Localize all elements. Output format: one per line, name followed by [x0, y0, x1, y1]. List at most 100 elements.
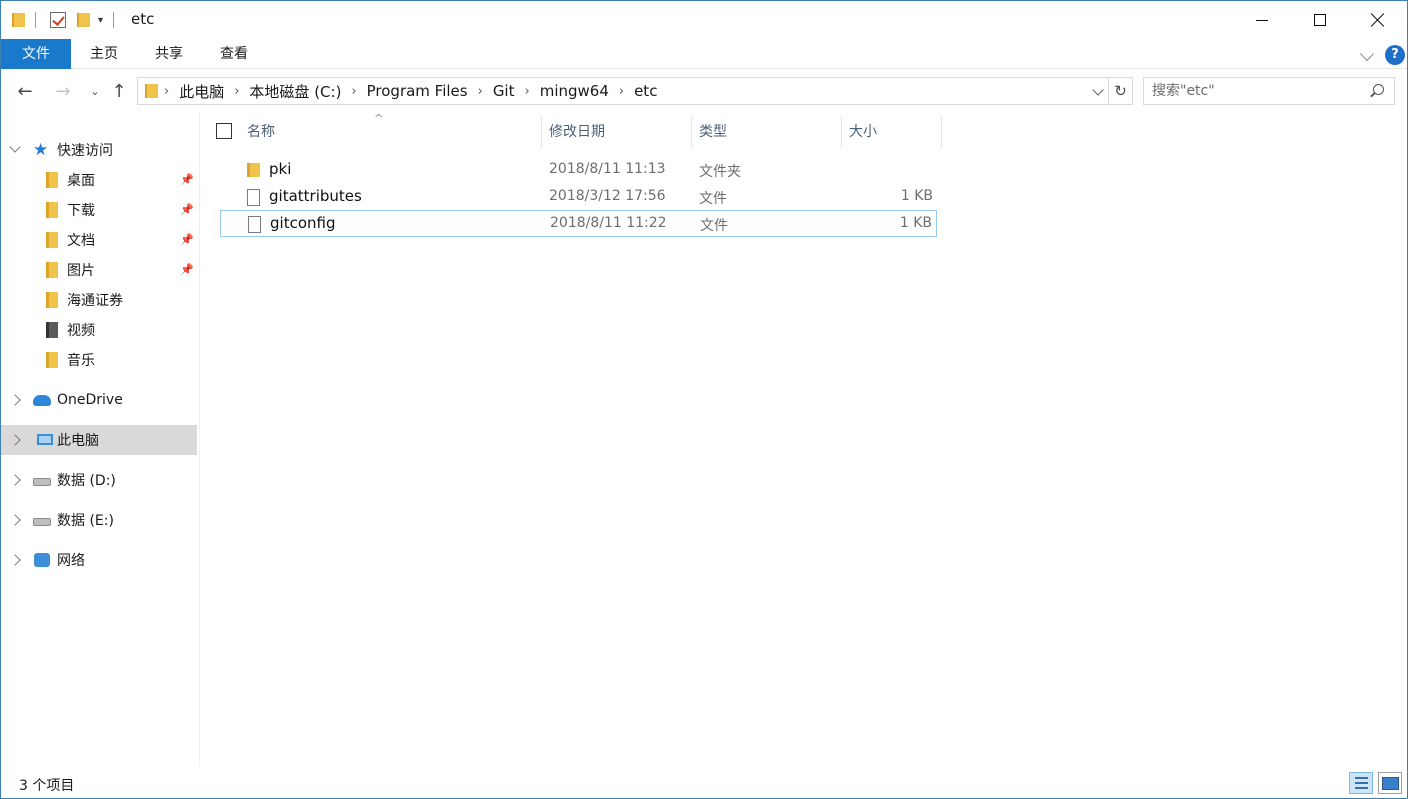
column-divider[interactable]: [941, 116, 942, 148]
folder-icon: [144, 83, 158, 99]
file-date: 2018/3/12 17:56: [549, 188, 666, 204]
sidebar-item-label: 海通证券: [67, 293, 123, 309]
new-folder-icon[interactable]: [76, 12, 90, 28]
drive-icon: [33, 478, 51, 486]
chevron-down-icon[interactable]: [9, 141, 21, 153]
chevron-right-icon[interactable]: [9, 474, 21, 486]
file-row[interactable]: gitattributes 2018/3/12 17:56 文件 1 KB: [220, 184, 937, 211]
sidebar-item-haitong-securities[interactable]: 海通证券: [1, 285, 197, 315]
breadcrumb-this-pc[interactable]: 此电脑: [175, 81, 228, 102]
back-arrow-icon: ←: [17, 80, 33, 102]
details-view-icon: [1355, 782, 1368, 784]
breadcrumb-separator-icon[interactable]: ›: [228, 84, 245, 99]
search-icon[interactable]: [1373, 84, 1384, 95]
sidebar-item-downloads[interactable]: 下载 📌: [1, 195, 197, 225]
sidebar-item-label: 文档: [67, 233, 95, 249]
pin-icon[interactable]: 📌: [180, 233, 194, 246]
forward-arrow-icon: →: [55, 80, 71, 102]
back-button[interactable]: ←: [13, 79, 37, 103]
this-pc-icon: [37, 434, 53, 445]
sidebar-item-documents[interactable]: 文档 📌: [1, 225, 197, 255]
address-bar[interactable]: › 此电脑 › 本地磁盘 (C:) › Program Files › Git …: [137, 77, 1109, 105]
file-row[interactable]: pki 2018/8/11 11:13 文件夹: [220, 157, 937, 184]
sidebar-item-quick-access[interactable]: ★ 快速访问: [1, 135, 197, 165]
refresh-icon: ↻: [1114, 82, 1127, 100]
tab-view[interactable]: 查看: [211, 39, 257, 69]
properties-check-icon[interactable]: [50, 12, 66, 28]
toolbar-divider: [113, 12, 115, 28]
sidebar-item-drive-e[interactable]: 数据 (E:): [1, 505, 197, 535]
documents-folder-icon: [46, 232, 58, 248]
sidebar-item-pictures[interactable]: 图片 📌: [1, 255, 197, 285]
maximize-button[interactable]: [1291, 1, 1349, 39]
minimize-button[interactable]: [1233, 1, 1291, 39]
address-history-dropdown-icon[interactable]: [1092, 84, 1104, 96]
sidebar-item-music[interactable]: 音乐: [1, 345, 197, 375]
up-button[interactable]: ↑: [107, 79, 131, 103]
title-bar: ▾ etc: [1, 1, 1407, 39]
sidebar-item-onedrive[interactable]: OneDrive: [1, 385, 197, 415]
pane-divider[interactable]: [199, 111, 200, 767]
help-icon[interactable]: ?: [1385, 45, 1405, 65]
large-icons-view-button[interactable]: [1378, 772, 1402, 794]
breadcrumb-mingw64[interactable]: mingw64: [536, 82, 613, 100]
sidebar-item-this-pc[interactable]: 此电脑: [1, 425, 197, 455]
folder-icon: [46, 292, 58, 308]
search-box[interactable]: [1143, 77, 1395, 105]
breadcrumb-separator-icon[interactable]: ›: [519, 84, 536, 99]
pin-icon[interactable]: 📌: [180, 173, 194, 186]
chevron-right-icon[interactable]: [9, 434, 21, 446]
column-header-name[interactable]: 名称: [247, 116, 539, 148]
sidebar-item-label: 图片: [67, 263, 95, 279]
breadcrumb-etc[interactable]: etc: [630, 82, 661, 100]
chevron-right-icon[interactable]: [9, 514, 21, 526]
sidebar-item-label: 数据 (D:): [57, 473, 116, 489]
sidebar-item-network[interactable]: 网络: [1, 545, 197, 575]
refresh-button[interactable]: ↻: [1109, 77, 1133, 105]
sidebar-item-label: 桌面: [67, 173, 95, 189]
expand-ribbon-chevron-icon[interactable]: [1359, 46, 1375, 62]
breadcrumb-separator-icon[interactable]: ›: [472, 84, 489, 99]
up-arrow-icon: ↑: [111, 80, 127, 102]
sidebar-item-label: 此电脑: [57, 433, 99, 449]
file-name: gitconfig: [270, 214, 336, 232]
forward-button[interactable]: →: [51, 79, 75, 103]
select-all-checkbox[interactable]: [216, 123, 232, 139]
sidebar-item-drive-d[interactable]: 数据 (D:): [1, 465, 197, 495]
column-divider[interactable]: [841, 116, 842, 148]
column-divider[interactable]: [541, 116, 542, 148]
sidebar-item-label: 下载: [67, 203, 95, 219]
breadcrumb-git[interactable]: Git: [489, 82, 519, 100]
details-view-button[interactable]: [1349, 772, 1373, 794]
file-row[interactable]: gitconfig 2018/8/11 11:22 文件 1 KB: [220, 210, 937, 237]
chevron-right-icon[interactable]: [9, 394, 21, 406]
pin-icon[interactable]: 📌: [180, 263, 194, 276]
breadcrumb-program-files[interactable]: Program Files: [363, 82, 472, 100]
pin-icon[interactable]: 📌: [180, 203, 194, 216]
search-input[interactable]: [1152, 78, 1362, 104]
sidebar-item-desktop[interactable]: 桌面 📌: [1, 165, 197, 195]
navigation-bar: ← → ⌄ ↑ › 此电脑 › 本地磁盘 (C:) › Program File…: [1, 71, 1407, 111]
explorer-window: ▾ etc 文件 主页 共享 查看 ? ← → ⌄ ↑ › 此电脑 › 本地磁盘…: [0, 0, 1408, 799]
breadcrumb-separator-icon[interactable]: ›: [613, 84, 630, 99]
file-name: gitattributes: [269, 187, 362, 205]
close-button[interactable]: [1349, 1, 1407, 39]
tab-share[interactable]: 共享: [146, 39, 192, 69]
sidebar-item-label: 数据 (E:): [57, 513, 114, 529]
file-date: 2018/8/11 11:13: [549, 161, 666, 177]
breadcrumb-separator-icon[interactable]: ›: [345, 84, 362, 99]
breadcrumb-local-disk-c[interactable]: 本地磁盘 (C:): [245, 81, 345, 102]
sidebar-item-videos[interactable]: 视频: [1, 315, 197, 345]
tab-home[interactable]: 主页: [81, 39, 127, 69]
customize-toolbar-dropdown-icon[interactable]: ▾: [98, 15, 103, 26]
column-header-size[interactable]: 大小: [849, 116, 939, 148]
column-header-type[interactable]: 类型: [699, 116, 839, 148]
breadcrumb-separator-icon[interactable]: ›: [158, 84, 175, 99]
tab-file[interactable]: 文件: [1, 39, 71, 69]
column-divider[interactable]: [691, 116, 692, 148]
videos-folder-icon: [46, 322, 58, 338]
column-header-date[interactable]: 修改日期: [549, 116, 689, 148]
recent-locations-button[interactable]: ⌄: [83, 79, 107, 103]
star-icon: ★: [33, 140, 49, 160]
chevron-right-icon[interactable]: [9, 554, 21, 566]
